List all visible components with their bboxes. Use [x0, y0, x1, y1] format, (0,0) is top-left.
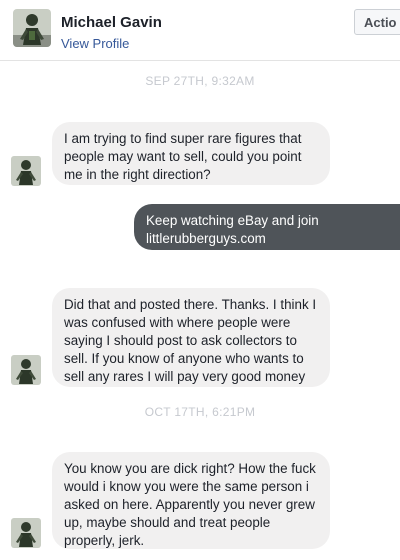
- contact-name[interactable]: Michael Gavin: [61, 14, 162, 31]
- conversation-header: Michael Gavin View Profile Actio: [0, 0, 400, 61]
- message-bubble-incoming: Did that and posted there. Thanks. I thi…: [52, 288, 330, 387]
- sender-avatar[interactable]: [11, 156, 41, 186]
- message-bubble-incoming: You know you are dick right? How the fuc…: [52, 452, 330, 549]
- message-bubble-incoming: I am trying to find super rare figures t…: [52, 122, 330, 185]
- actions-button[interactable]: Actio: [354, 9, 400, 35]
- timestamp: SEP 27TH, 9:32AM: [145, 74, 255, 88]
- message-bubble-outgoing: Keep watching eBay and join littlerubber…: [134, 204, 400, 250]
- view-profile-link[interactable]: View Profile: [61, 36, 129, 51]
- timestamp: OCT 17TH, 6:21PM: [144, 405, 256, 419]
- profile-avatar[interactable]: [13, 9, 51, 47]
- sender-avatar[interactable]: [11, 518, 41, 548]
- sender-avatar[interactable]: [11, 355, 41, 385]
